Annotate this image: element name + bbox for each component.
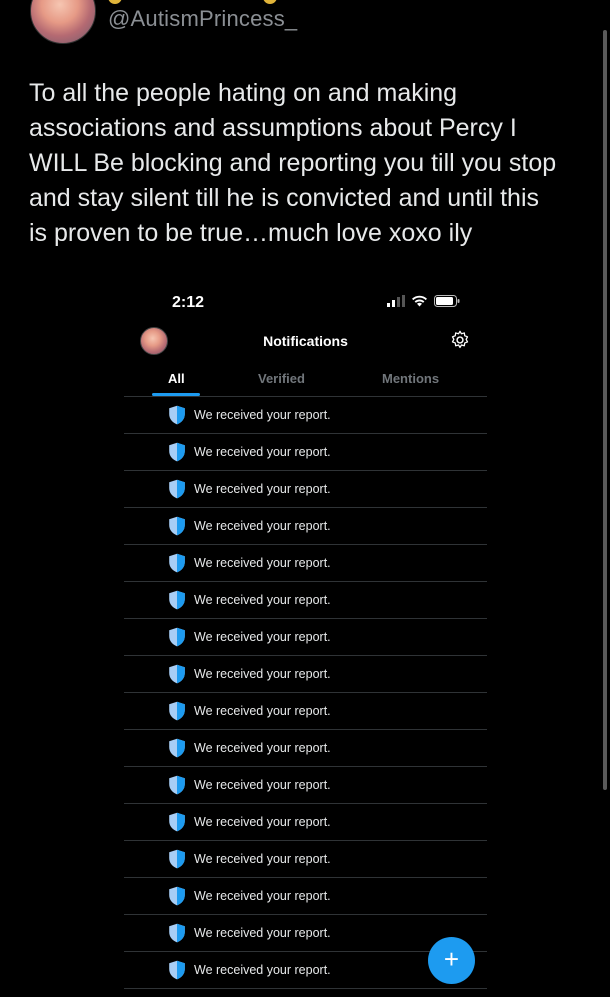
shield-icon (169, 849, 185, 869)
shield-icon (169, 479, 185, 499)
status-bar: 2:12 (124, 283, 487, 323)
tab-all[interactable]: All (168, 371, 185, 386)
battery-icon (434, 295, 460, 307)
wifi-icon (412, 295, 427, 307)
tab-verified[interactable]: Verified (258, 371, 305, 386)
tab-bar: All Verified Mentions (124, 365, 487, 397)
notification-item[interactable]: We received your report. (124, 508, 487, 545)
gear-icon[interactable] (449, 329, 471, 351)
notification-text: We received your report. (194, 408, 331, 422)
shield-icon (169, 701, 185, 721)
compose-button[interactable]: + (428, 937, 475, 984)
notification-text: We received your report. (194, 815, 331, 829)
notification-item[interactable]: We received your report. (124, 619, 487, 656)
avatar[interactable] (30, 0, 96, 44)
page-title: Notifications (263, 333, 348, 349)
emoji-icon (108, 0, 122, 4)
status-time: 2:12 (172, 294, 205, 311)
emoji-icon (263, 0, 277, 4)
shield-icon (169, 923, 185, 943)
notification-text: We received your report. (194, 519, 331, 533)
notification-item[interactable]: We received your report. (124, 730, 487, 767)
shield-icon (169, 553, 185, 573)
shield-icon (169, 516, 185, 536)
notification-item[interactable]: We received your report. (124, 545, 487, 582)
notification-item[interactable]: We received your report. (124, 693, 487, 730)
notification-text: We received your report. (194, 926, 331, 940)
notification-item[interactable]: We received your report. (124, 434, 487, 471)
shield-icon (169, 405, 185, 425)
notification-item[interactable]: We received your report. (124, 804, 487, 841)
notification-text: We received your report. (194, 704, 331, 718)
notification-item[interactable]: We received your report. (124, 397, 487, 434)
shield-icon (169, 738, 185, 758)
notification-item[interactable]: We received your report. (124, 471, 487, 508)
notification-text: We received your report. (194, 778, 331, 792)
shield-icon (169, 664, 185, 684)
notification-text: We received your report. (194, 556, 331, 570)
shield-icon (169, 886, 185, 906)
tab-mentions[interactable]: Mentions (382, 371, 439, 386)
notification-text: We received your report. (194, 741, 331, 755)
notification-item[interactable]: We received your report. (124, 582, 487, 619)
notification-text: We received your report. (194, 963, 331, 977)
shield-icon (169, 442, 185, 462)
shield-icon (169, 775, 185, 795)
notification-item[interactable]: We received your report. (124, 656, 487, 693)
tweet-text: To all the people hating on and making a… (29, 79, 557, 247)
notification-item[interactable]: We received your report. (124, 767, 487, 804)
signal-icon (387, 295, 405, 307)
user-handle[interactable]: @AutismPrincess_ (108, 6, 297, 32)
shield-icon (169, 812, 185, 832)
shield-icon (169, 960, 185, 980)
shield-icon (169, 627, 185, 647)
phone-header: Notifications (124, 323, 487, 363)
notification-text: We received your report. (194, 593, 331, 607)
notification-item[interactable]: We received your report. (124, 841, 487, 878)
status-icons (387, 295, 460, 307)
notification-text: We received your report. (194, 445, 331, 459)
notification-text: We received your report. (194, 852, 331, 866)
notification-text: We received your report. (194, 630, 331, 644)
notification-list: We received your report. We received your… (124, 397, 487, 989)
notification-text: We received your report. (194, 889, 331, 903)
shield-icon (169, 590, 185, 610)
notification-text: We received your report. (194, 667, 331, 681)
notification-item[interactable]: We received your report. (124, 878, 487, 915)
embedded-screenshot: 2:12 Notifications All Verified Mentions… (124, 283, 487, 997)
scrollbar[interactable] (603, 30, 607, 790)
notification-text: We received your report. (194, 482, 331, 496)
